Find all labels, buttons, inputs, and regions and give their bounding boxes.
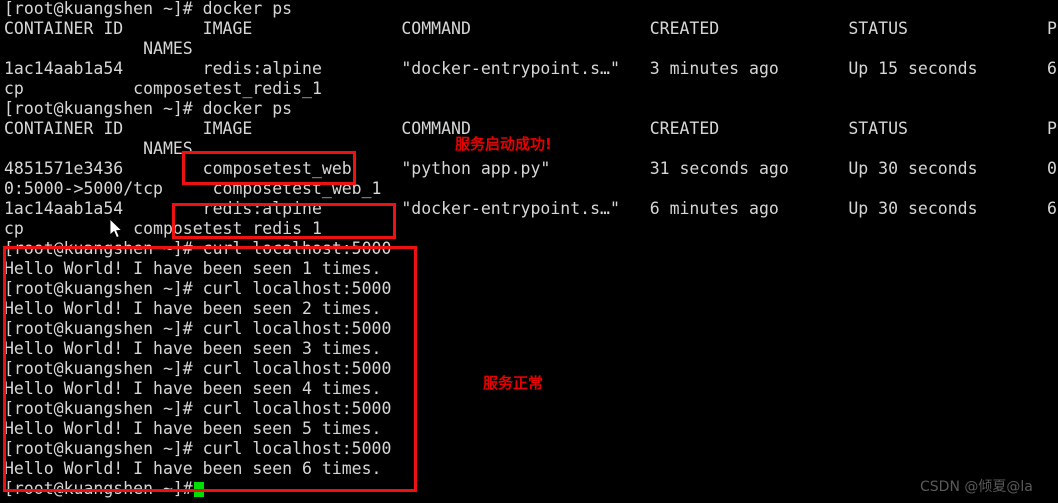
terminal-line: cp composetest_redis_1 xyxy=(4,219,322,238)
csdn-watermark: CSDN @倾夏@la xyxy=(920,479,1033,495)
terminal-line: [root@kuangshen ~]# docker ps xyxy=(4,99,293,118)
terminal-line: [root@kuangshen ~]# xyxy=(4,479,193,498)
terminal-line: 1ac14aab1a54 redis:alpine "docker-entryp… xyxy=(4,59,1058,78)
terminal-line: NAMES xyxy=(4,39,193,58)
terminal-line: [root@kuangshen ~]# curl localhost:5000 xyxy=(4,439,392,458)
terminal-line: Hello World! I have been seen 1 times. xyxy=(4,259,382,278)
terminal-line: 1ac14aab1a54 redis:alpine "docker-entryp… xyxy=(4,199,1058,218)
terminal-line: Hello World! I have been seen 6 times. xyxy=(4,459,382,478)
terminal-line: Hello World! I have been seen 5 times. xyxy=(4,419,382,438)
terminal-line: [root@kuangshen ~]# curl localhost:5000 xyxy=(4,279,392,298)
terminal-output[interactable]: [root@kuangshen ~]# docker ps CONTAINER … xyxy=(0,0,1058,503)
terminal-line: cp composetest_redis_1 xyxy=(4,79,322,98)
terminal-line: [root@kuangshen ~]# curl localhost:5000 xyxy=(4,319,392,338)
terminal-cursor xyxy=(194,482,204,497)
terminal-line: [root@kuangshen ~]# curl localhost:5000 xyxy=(4,399,392,418)
terminal-line: [root@kuangshen ~]# curl localhost:5000 xyxy=(4,359,392,378)
terminal-line: [root@kuangshen ~]# curl localhost:5000 xyxy=(4,239,392,258)
annotation-service-started: 服务启动成功! xyxy=(455,135,552,153)
terminal-line: Hello World! I have been seen 3 times. xyxy=(4,339,382,358)
terminal-line: Hello World! I have been seen 4 times. xyxy=(4,379,382,398)
terminal-line: 0:5000->5000/tcp composetest_web_1 xyxy=(4,179,382,198)
terminal-line: [root@kuangshen ~]# docker ps xyxy=(4,0,293,18)
terminal-line: CONTAINER ID IMAGE COMMAND CREATED STATU… xyxy=(4,19,1058,38)
terminal-screenshot: [root@kuangshen ~]# docker ps CONTAINER … xyxy=(0,0,1058,503)
terminal-line: NAMES xyxy=(4,139,193,158)
terminal-line: Hello World! I have been seen 2 times. xyxy=(4,299,382,318)
terminal-line: 4851571e3436 composetest_web "python app… xyxy=(4,159,1058,178)
annotation-service-normal: 服务正常 xyxy=(483,374,544,392)
mouse-cursor-icon xyxy=(109,217,124,240)
